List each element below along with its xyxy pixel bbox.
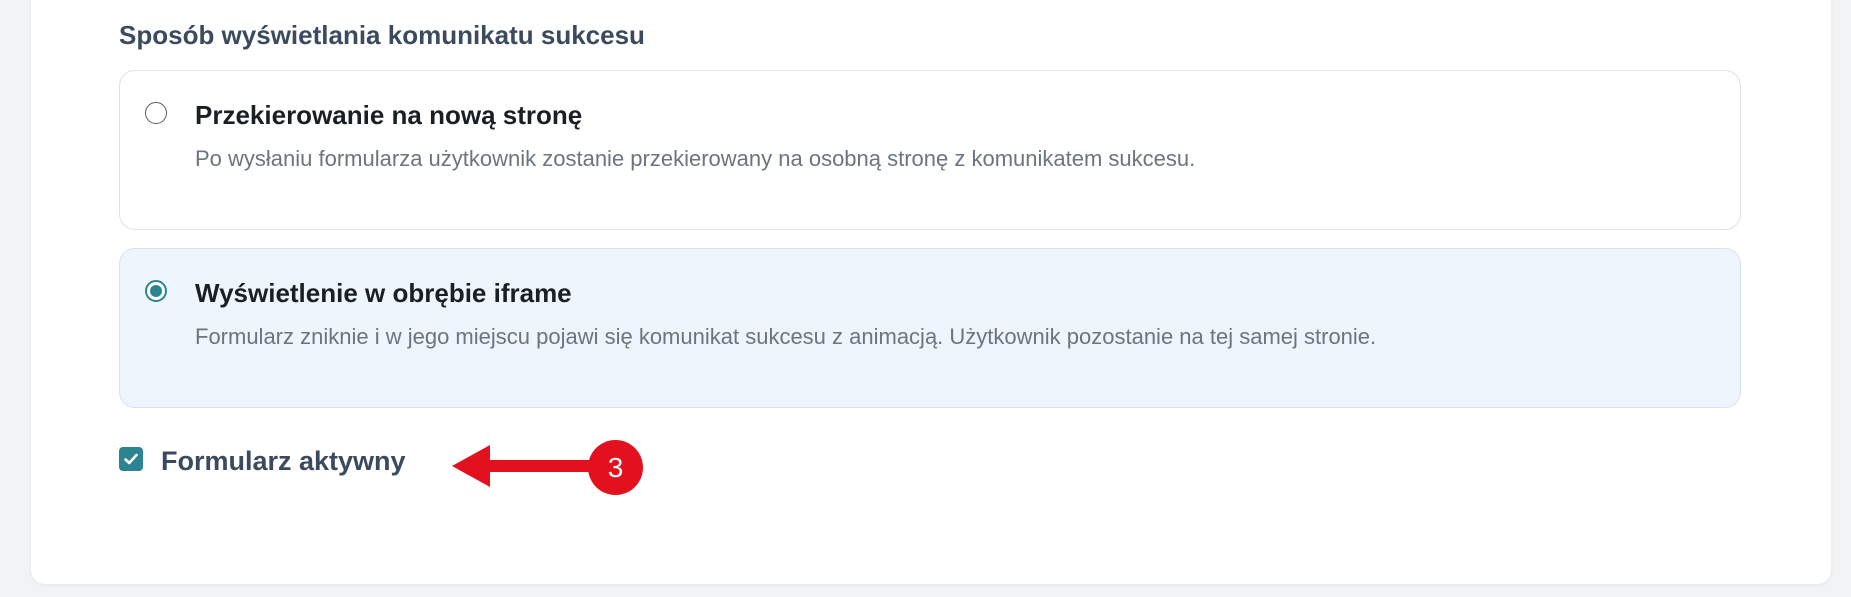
option-title: Wyświetlenie w obrębie iframe — [195, 278, 572, 308]
section-title: Sposób wyświetlania komunikatu sukcesu — [119, 20, 645, 50]
option-title: Przekierowanie na nową stronę — [195, 100, 583, 130]
annotation-badge: 3 — [588, 440, 643, 495]
option-iframe[interactable]: Wyświetlenie w obrębie iframe Formularz … — [119, 248, 1741, 408]
radio-selected-icon[interactable] — [145, 280, 167, 302]
option-description: Po wysłaniu formularza użytkownik zostan… — [195, 146, 1196, 171]
active-checkbox[interactable] — [119, 447, 143, 471]
option-description: Formularz zniknie i w jego miejscu pojaw… — [195, 324, 1377, 349]
active-checkbox-label: Formularz aktywny — [161, 446, 406, 476]
arrow-left-icon — [452, 445, 598, 487]
option-redirect[interactable]: Przekierowanie na nową stronę Po wysłani… — [119, 70, 1741, 230]
checkmark-icon — [124, 453, 138, 465]
radio-empty-icon[interactable] — [145, 102, 167, 124]
